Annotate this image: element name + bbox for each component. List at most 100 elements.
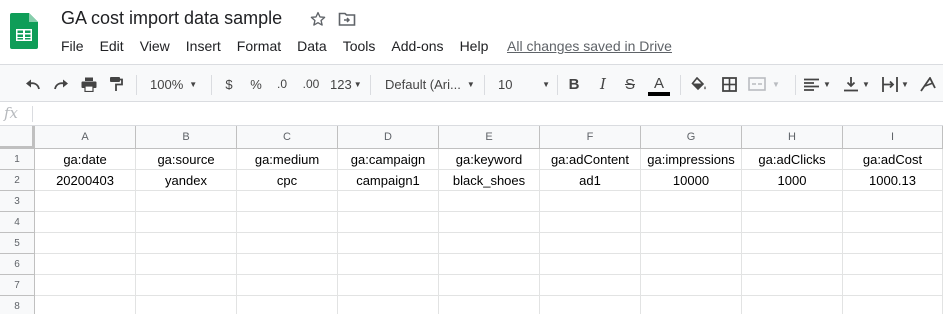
cell-h5[interactable] (742, 233, 843, 254)
cell-i2[interactable]: 1000.13 (843, 170, 943, 191)
zoom-select[interactable]: 100% ▼ (150, 75, 202, 93)
column-header-f[interactable]: F (540, 126, 641, 149)
cell-i3[interactable] (843, 191, 943, 212)
cell-a8[interactable] (35, 296, 136, 314)
cell-g3[interactable] (641, 191, 742, 212)
cell-c8[interactable] (237, 296, 338, 314)
column-header-a[interactable]: A (35, 126, 136, 149)
increase-decimals-button[interactable]: .00 (300, 75, 322, 93)
save-status-link[interactable]: All changes saved in Drive (507, 38, 672, 54)
cell-d3[interactable] (338, 191, 439, 212)
cell-a7[interactable] (35, 275, 136, 296)
cell-c4[interactable] (237, 212, 338, 233)
cell-i6[interactable] (843, 254, 943, 275)
cell-g8[interactable] (641, 296, 742, 314)
cell-i5[interactable] (843, 233, 943, 254)
cell-h1[interactable]: ga:adClicks (742, 149, 843, 170)
row-header-2[interactable]: 2 (0, 170, 35, 191)
cell-b5[interactable] (136, 233, 237, 254)
column-header-b[interactable]: B (136, 126, 237, 149)
cell-a1[interactable]: ga:date (35, 149, 136, 170)
cell-a4[interactable] (35, 212, 136, 233)
more-formats-button[interactable]: 123 ▼ (330, 75, 362, 93)
cell-h4[interactable] (742, 212, 843, 233)
cell-f5[interactable] (540, 233, 641, 254)
merge-cells-icon[interactable]: ▼ (748, 75, 786, 93)
cell-f6[interactable] (540, 254, 641, 275)
cell-f2[interactable]: ad1 (540, 170, 641, 191)
cell-d4[interactable] (338, 212, 439, 233)
cell-h7[interactable] (742, 275, 843, 296)
cell-e1[interactable]: ga:keyword (439, 149, 540, 170)
cell-b2[interactable]: yandex (136, 170, 237, 191)
cell-c5[interactable] (237, 233, 338, 254)
star-icon[interactable] (309, 10, 327, 28)
cell-f7[interactable] (540, 275, 641, 296)
cell-b8[interactable] (136, 296, 237, 314)
text-wrapping-icon[interactable]: ▼ (882, 75, 912, 93)
row-header-7[interactable]: 7 (0, 275, 35, 296)
sheets-logo-icon[interactable] (10, 13, 38, 49)
currency-format-button[interactable]: $ (222, 75, 236, 93)
text-rotation-icon[interactable] (920, 75, 940, 93)
cell-c2[interactable]: cpc (237, 170, 338, 191)
redo-icon[interactable] (52, 75, 70, 93)
column-header-h[interactable]: H (742, 126, 843, 149)
row-header-1[interactable]: 1 (0, 149, 35, 170)
font-size-select[interactable]: 10 ▼ (498, 75, 550, 93)
cell-a2[interactable]: 20200403 (35, 170, 136, 191)
cell-f3[interactable] (540, 191, 641, 212)
italic-button[interactable]: I (596, 75, 610, 93)
move-to-folder-icon[interactable] (338, 11, 356, 27)
column-header-d[interactable]: D (338, 126, 439, 149)
cell-f8[interactable] (540, 296, 641, 314)
cell-g2[interactable]: 10000 (641, 170, 742, 191)
cell-i4[interactable] (843, 212, 943, 233)
cell-i1[interactable]: ga:adCost (843, 149, 943, 170)
cell-g7[interactable] (641, 275, 742, 296)
decrease-decimals-button[interactable]: .0 (272, 75, 292, 93)
percent-format-button[interactable]: % (249, 75, 263, 93)
cell-b1[interactable]: ga:source (136, 149, 237, 170)
cell-h3[interactable] (742, 191, 843, 212)
cell-b4[interactable] (136, 212, 237, 233)
fill-color-icon[interactable] (690, 75, 708, 93)
cell-e3[interactable] (439, 191, 540, 212)
cell-e5[interactable] (439, 233, 540, 254)
document-title[interactable]: GA cost import data sample (61, 8, 282, 29)
print-icon[interactable] (80, 75, 98, 93)
formula-input[interactable] (40, 106, 935, 122)
cell-e6[interactable] (439, 254, 540, 275)
row-header-6[interactable]: 6 (0, 254, 35, 275)
cell-b7[interactable] (136, 275, 237, 296)
cell-e7[interactable] (439, 275, 540, 296)
menu-format[interactable]: Format (237, 38, 281, 56)
cell-g6[interactable] (641, 254, 742, 275)
cell-b6[interactable] (136, 254, 237, 275)
borders-icon[interactable] (720, 75, 738, 93)
menu-insert[interactable]: Insert (186, 38, 221, 56)
row-header-3[interactable]: 3 (0, 191, 35, 212)
cell-e8[interactable] (439, 296, 540, 314)
menu-view[interactable]: View (140, 38, 170, 56)
cell-g5[interactable] (641, 233, 742, 254)
menu-tools[interactable]: Tools (343, 38, 376, 56)
column-header-i[interactable]: I (843, 126, 943, 149)
row-header-4[interactable]: 4 (0, 212, 35, 233)
cell-c1[interactable]: ga:medium (237, 149, 338, 170)
cell-d7[interactable] (338, 275, 439, 296)
menu-file[interactable]: File (61, 38, 84, 56)
bold-button[interactable]: B (567, 75, 581, 93)
cell-c6[interactable] (237, 254, 338, 275)
menu-data[interactable]: Data (297, 38, 327, 56)
cell-h8[interactable] (742, 296, 843, 314)
paint-format-icon[interactable] (107, 75, 125, 93)
column-header-e[interactable]: E (439, 126, 540, 149)
cell-d2[interactable]: campaign1 (338, 170, 439, 191)
cell-h6[interactable] (742, 254, 843, 275)
column-header-c[interactable]: C (237, 126, 338, 149)
cell-d5[interactable] (338, 233, 439, 254)
cell-i7[interactable] (843, 275, 943, 296)
cell-g1[interactable]: ga:impressions (641, 149, 742, 170)
cell-f4[interactable] (540, 212, 641, 233)
